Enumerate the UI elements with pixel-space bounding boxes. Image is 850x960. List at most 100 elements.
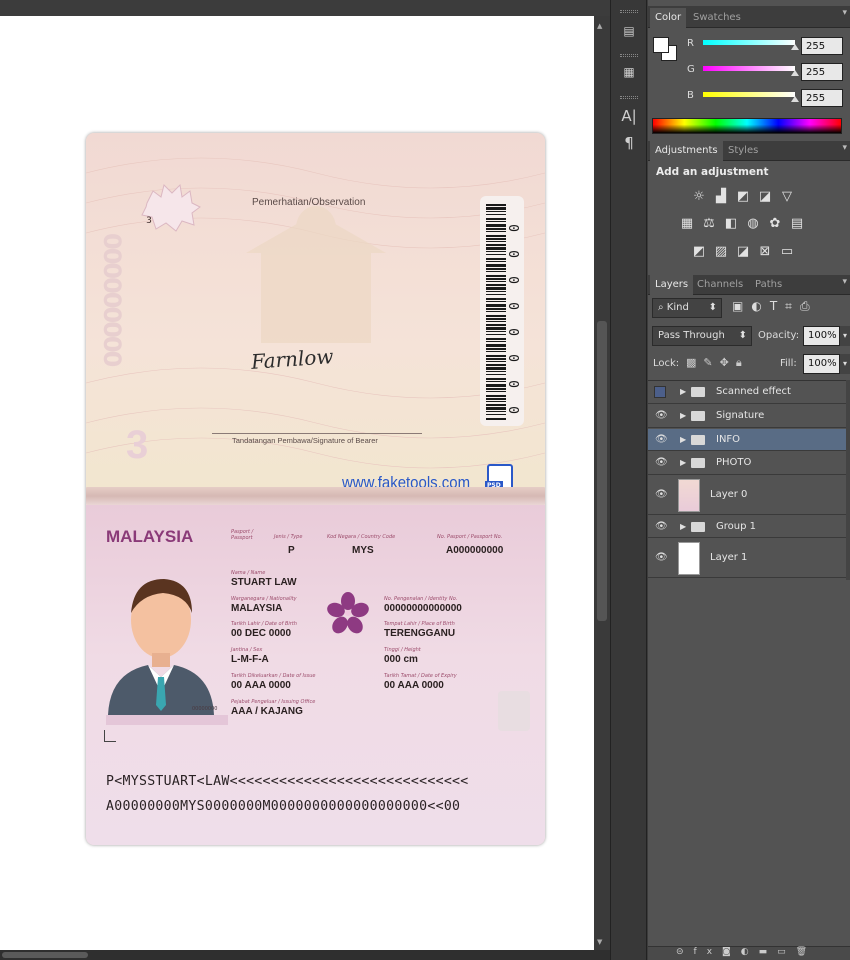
tab-paths[interactable]: Paths [750, 275, 787, 295]
channel-r-slider[interactable] [703, 40, 795, 45]
layer-name[interactable]: Layer 0 [710, 489, 747, 500]
smart-object-filter-icon[interactable]: ⎙ [800, 299, 818, 313]
vibrance-icon[interactable]: ▽ [778, 189, 796, 204]
layer-name[interactable]: Scanned effect [716, 386, 791, 397]
dock-grip[interactable] [620, 10, 638, 13]
tab-channels[interactable]: Channels [692, 275, 748, 295]
eye-icon[interactable]: 👁︎ [655, 552, 668, 563]
dock-grip[interactable] [620, 54, 638, 57]
channel-b-slider[interactable] [703, 92, 795, 97]
vertical-scrollbar[interactable]: ▲ ▼ [594, 16, 610, 950]
document-canvas[interactable]: 3 3 Pemerhatian/Observation 000000000 Fa… [0, 16, 594, 950]
layer-row-scanned-effect[interactable]: ▶ Scanned effect [648, 381, 846, 404]
panel-menu-icon[interactable]: ▾ [842, 8, 847, 18]
hue-saturation-icon[interactable]: ▦ [678, 216, 696, 231]
scroll-down-icon[interactable]: ▼ [597, 938, 602, 946]
lock-all-icon[interactable]: 🔒︎ [736, 356, 749, 369]
levels-icon[interactable]: ▟ [712, 189, 730, 204]
blend-mode-select[interactable]: Pass Through ⬍ [652, 326, 752, 346]
layer-row-photo[interactable]: 👁︎ ▶ PHOTO [648, 452, 846, 475]
eye-icon[interactable]: 👁︎ [655, 434, 668, 445]
exposure-icon[interactable]: ◪ [756, 189, 774, 204]
link-icon[interactable]: ⊝ [676, 947, 694, 957]
history-icon[interactable]: ▤ [616, 19, 642, 43]
eye-icon[interactable]: 👁︎ [655, 410, 668, 421]
color-spectrum[interactable] [652, 118, 842, 134]
scroll-up-icon[interactable]: ▲ [597, 22, 602, 30]
posterize-icon[interactable]: ▨ [712, 244, 730, 259]
pixel-filter-icon[interactable]: ▣ [732, 299, 751, 313]
horizontal-scrollbar[interactable] [0, 950, 610, 960]
expand-triangle-icon[interactable]: ▶ [680, 458, 686, 467]
paragraph-icon[interactable]: ¶ [616, 131, 642, 155]
opacity-field[interactable]: 100% [803, 326, 840, 346]
expand-triangle-icon[interactable]: ▶ [680, 411, 686, 420]
opacity-arrow-icon[interactable]: ▾ [840, 326, 850, 346]
black-white-icon[interactable]: ◧ [722, 216, 740, 231]
layer-name[interactable]: PHOTO [716, 457, 751, 468]
invert-icon[interactable]: ◩ [690, 244, 708, 259]
channel-g-field[interactable]: 255 [801, 63, 843, 81]
curves-icon[interactable]: ◩ [734, 189, 752, 204]
expand-triangle-icon[interactable]: ▶ [680, 522, 686, 531]
adjustment-layer-icon[interactable]: ◐ [741, 947, 759, 957]
tab-styles[interactable]: Styles [723, 141, 763, 161]
visibility-off-icon[interactable] [654, 386, 666, 398]
expand-triangle-icon[interactable]: ▶ [680, 387, 686, 396]
layer-name[interactable]: Group 1 [716, 521, 756, 532]
channel-r-knob[interactable] [791, 44, 799, 50]
adjustment-filter-icon[interactable]: ◐ [751, 299, 769, 313]
tab-color[interactable]: Color [650, 8, 687, 28]
layer-filter-kind[interactable]: ⌕ Kind ⬍ [652, 298, 722, 318]
fill-arrow-icon[interactable]: ▾ [840, 354, 850, 374]
layer-row-info[interactable]: 👁︎ ▶ INFO [648, 429, 846, 451]
layers-scrollbar[interactable] [846, 380, 850, 580]
channel-b-field[interactable]: 255 [801, 89, 843, 107]
lock-pixels-icon[interactable]: ✎ [703, 356, 719, 369]
layer-row-signature[interactable]: 👁︎ ▶ Signature [648, 405, 846, 428]
gradient-map-icon[interactable]: ▭ [778, 244, 796, 259]
selective-color-icon[interactable]: ⊠ [756, 244, 774, 259]
photo-filter-icon[interactable]: ◍ [744, 216, 762, 231]
properties-icon[interactable]: ▦ [616, 60, 642, 84]
layer-name[interactable]: INFO [716, 434, 740, 445]
tab-swatches[interactable]: Swatches [688, 8, 746, 28]
shape-filter-icon[interactable]: ⌗ [785, 299, 800, 313]
new-layer-icon[interactable]: ▭ [777, 947, 796, 957]
trash-icon[interactable]: 🗑︎ [796, 947, 817, 957]
fx-icon[interactable]: fx [694, 947, 723, 957]
character-icon[interactable]: A| [616, 104, 642, 128]
panel-menu-icon[interactable]: ▾ [842, 143, 847, 153]
scrollbar-thumb[interactable] [597, 321, 607, 621]
mask-icon[interactable]: ◙ [722, 947, 741, 957]
new-group-icon[interactable]: ▬ [759, 947, 778, 957]
dock-grip[interactable] [620, 96, 638, 99]
expand-triangle-icon[interactable]: ▶ [680, 435, 686, 444]
channel-mixer-icon[interactable]: ✿ [766, 216, 784, 231]
color-lookup-icon[interactable]: ▤ [788, 216, 806, 231]
tab-adjustments[interactable]: Adjustments [650, 141, 723, 161]
hscrollbar-thumb[interactable] [2, 952, 88, 958]
eye-icon[interactable]: 👁︎ [655, 457, 668, 468]
channel-r-field[interactable]: 255 [801, 37, 843, 55]
threshold-icon[interactable]: ◪ [734, 244, 752, 259]
channel-g-knob[interactable] [791, 70, 799, 76]
tab-layers[interactable]: Layers [650, 275, 694, 295]
type-filter-icon[interactable]: T [770, 299, 785, 313]
eye-icon[interactable]: 👁︎ [655, 489, 668, 500]
foreground-swatch[interactable] [653, 37, 669, 53]
layer-row-group-1[interactable]: 👁︎ ▶ Group 1 [648, 516, 846, 538]
channel-g-slider[interactable] [703, 66, 795, 71]
layer-name[interactable]: Signature [716, 410, 764, 421]
lock-transparency-icon[interactable]: ▩ [686, 356, 703, 369]
layer-row-layer-0[interactable]: 👁︎ Layer 0 [648, 476, 846, 515]
layer-row-layer-1[interactable]: 👁︎ Layer 1 [648, 539, 846, 578]
brightness-icon[interactable]: ☼ [690, 189, 708, 204]
layer-name[interactable]: Layer 1 [710, 552, 747, 563]
color-balance-icon[interactable]: ⚖ [700, 216, 718, 231]
panel-menu-icon[interactable]: ▾ [842, 277, 847, 287]
lock-position-icon[interactable]: ✥ [720, 356, 736, 369]
channel-b-knob[interactable] [791, 96, 799, 102]
eye-icon[interactable]: 👁︎ [655, 521, 668, 532]
fill-field[interactable]: 100% [803, 354, 840, 374]
